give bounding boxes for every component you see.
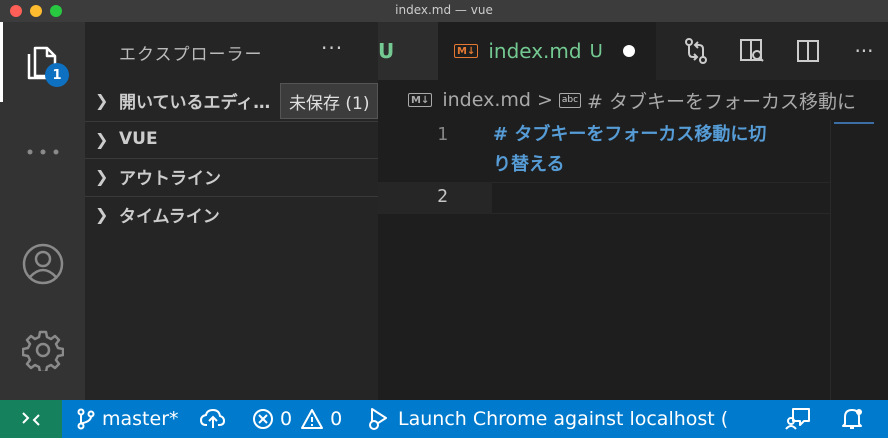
sidebar-title: エクスプローラー bbox=[119, 45, 263, 65]
tab-status: U bbox=[589, 40, 603, 62]
section-label: 開いているエディ… bbox=[119, 92, 271, 113]
cloud-upload-icon bbox=[200, 408, 226, 428]
symbol-string-icon: abc bbox=[558, 92, 582, 108]
tab-status: U bbox=[378, 39, 395, 63]
line-number: 1 bbox=[437, 124, 448, 145]
breadcrumb: M↓ index.md > abc # タブキーをフォーカス移動に bbox=[378, 80, 888, 120]
git-compare-icon bbox=[685, 38, 707, 64]
chevron-right-icon: ❯ bbox=[95, 90, 109, 110]
warning-count: 0 bbox=[330, 408, 343, 430]
feedback-button[interactable] bbox=[785, 400, 811, 438]
branch-status[interactable]: master* bbox=[76, 400, 179, 438]
sidebar-more-actions-button[interactable]: ··· bbox=[321, 36, 343, 60]
warning-icon bbox=[301, 409, 324, 429]
code-line-text: り替える bbox=[493, 154, 565, 175]
preview-icon bbox=[740, 39, 764, 62]
open-changes-button[interactable] bbox=[668, 37, 724, 65]
title-bar: index.md — vue bbox=[0, 0, 888, 22]
tab-index-md[interactable]: M↓ index.md U bbox=[438, 22, 656, 80]
explorer-activity[interactable]: 1 bbox=[0, 22, 85, 102]
breadcrumb-file[interactable]: index.md bbox=[442, 89, 531, 111]
editor-more-actions-button[interactable]: ··· bbox=[836, 39, 888, 63]
section-divider bbox=[85, 196, 378, 197]
error-icon bbox=[253, 409, 273, 429]
section-label: アウトライン bbox=[119, 168, 221, 189]
code-line-text: # タブキーをフォーカス移動に切 bbox=[493, 124, 767, 145]
gear-icon bbox=[21, 330, 64, 371]
breadcrumb-symbol[interactable]: # タブキーをフォーカス移動に bbox=[587, 87, 856, 114]
branch-name: master* bbox=[102, 408, 179, 430]
editor-tab-bar: U M↓ index.md U ··· bbox=[378, 22, 888, 80]
editor-area[interactable]: 1 # タブキーをフォーカス移動に切 り替える 2 bbox=[378, 120, 888, 400]
remote-icon bbox=[22, 412, 40, 426]
error-count: 0 bbox=[280, 408, 293, 430]
tab-previous[interactable]: U bbox=[378, 22, 438, 80]
bell-icon bbox=[842, 409, 862, 429]
open-preview-button[interactable] bbox=[724, 38, 780, 64]
accounts-button[interactable] bbox=[0, 240, 85, 288]
chevron-right-icon: ❯ bbox=[95, 166, 109, 186]
feedback-icon bbox=[785, 408, 810, 430]
remote-indicator-button[interactable] bbox=[0, 400, 62, 438]
chevron-right-icon: ❯ bbox=[95, 129, 109, 149]
explorer-badge: 1 bbox=[45, 63, 69, 87]
activity-bar: 1 bbox=[0, 22, 85, 400]
explorer-sidebar: エクスプローラー ··· ❯ 開いているエディ… ❯ VUE ❯ アウトライン … bbox=[85, 22, 378, 400]
active-indicator bbox=[0, 22, 3, 102]
git-branch-icon bbox=[77, 408, 95, 430]
markdown-icon: M↓ bbox=[454, 44, 479, 58]
markdown-icon: M↓ bbox=[408, 93, 433, 107]
section-label: タイムライン bbox=[119, 206, 220, 227]
window-title: index.md — vue bbox=[395, 3, 493, 17]
unsaved-dot-icon[interactable] bbox=[622, 45, 635, 57]
ellipsis-icon bbox=[27, 149, 58, 155]
status-bar: master* 0 0 Launch Chrome against localh… bbox=[0, 400, 888, 438]
minimap[interactable] bbox=[834, 122, 874, 124]
code-line[interactable]: # タブキーをフォーカス移動に切 り替える bbox=[493, 120, 793, 180]
manage-button[interactable] bbox=[0, 326, 85, 374]
chevron-right-icon: ❯ bbox=[95, 204, 109, 224]
split-editor-icon bbox=[797, 40, 819, 62]
section-vue[interactable]: ❯ VUE bbox=[85, 121, 378, 157]
unsaved-tooltip: 未保存 (1) bbox=[280, 83, 379, 119]
section-divider bbox=[85, 121, 378, 122]
launch-configuration-button[interactable]: Launch Chrome against localhost ( bbox=[366, 400, 728, 438]
account-icon bbox=[22, 243, 63, 285]
launch-config-name: Launch Chrome against localhost ( bbox=[398, 408, 729, 430]
section-timeline[interactable]: ❯ タイムライン bbox=[85, 196, 378, 232]
debug-alt-icon bbox=[369, 408, 387, 430]
problems-status[interactable]: 0 0 bbox=[252, 400, 342, 438]
minimap-divider bbox=[830, 120, 831, 400]
line-number: 2 bbox=[437, 186, 448, 207]
tab-label: index.md bbox=[488, 39, 582, 63]
section-label: VUE bbox=[119, 129, 158, 149]
section-outline[interactable]: ❯ アウトライン bbox=[85, 158, 378, 194]
section-divider bbox=[85, 158, 378, 159]
breadcrumb-separator: > bbox=[536, 89, 553, 111]
editor-actions: ··· bbox=[668, 22, 888, 80]
sync-button[interactable] bbox=[200, 400, 226, 438]
more-views-button[interactable] bbox=[0, 132, 85, 172]
split-editor-button[interactable] bbox=[780, 39, 836, 63]
notifications-button[interactable] bbox=[840, 400, 864, 438]
